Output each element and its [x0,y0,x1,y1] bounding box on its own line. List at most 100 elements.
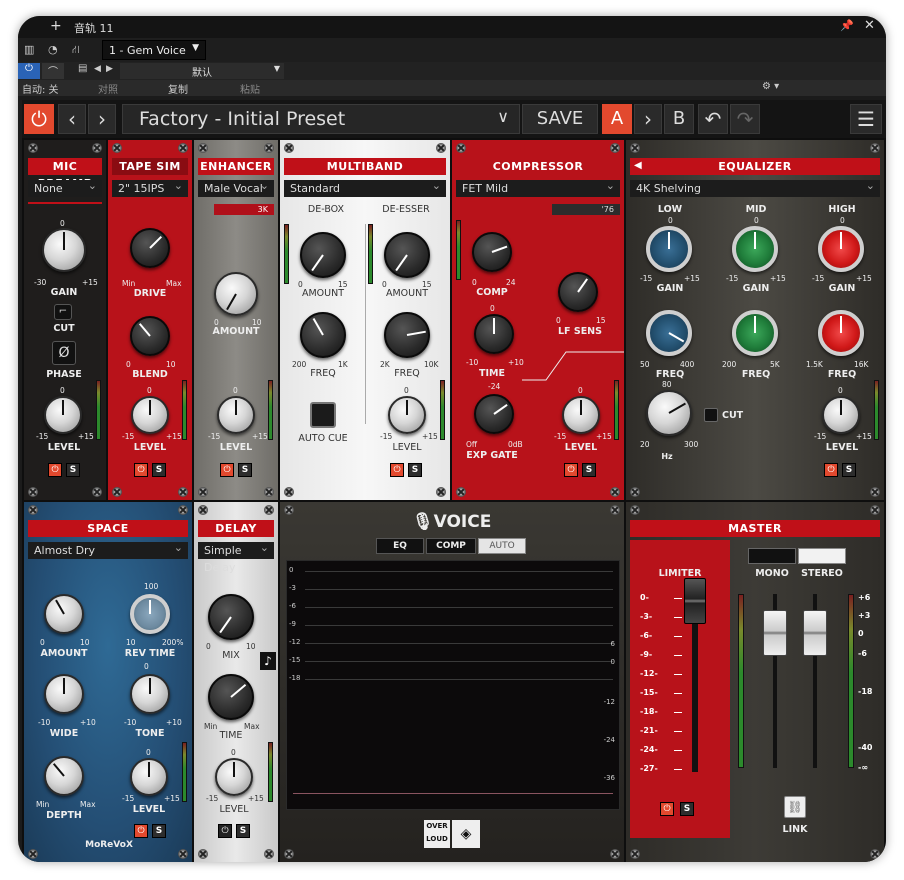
multiband-power-button[interactable]: ⏻ [390,463,404,477]
high-gain-knob[interactable] [818,226,864,272]
host-preset-select[interactable]: 默认 ▼ [120,63,284,79]
global-power-button[interactable]: ⏻ [24,104,54,134]
low-gain-knob[interactable] [646,226,692,272]
monitor-icon[interactable]: ⌒ [42,63,64,79]
prev-preset-icon[interactable]: ◀ [94,64,101,74]
tab-comp[interactable]: COMP [426,538,476,554]
space-preset-select[interactable]: Almost Dry [28,539,188,559]
comp-knob[interactable] [472,232,512,272]
mix-knob[interactable] [208,594,254,640]
tempo-sync-note-icon[interactable]: ♪ [260,652,276,670]
equalizer-preset-select[interactable]: 4K Shelving [630,177,880,197]
master-fader-left-handle[interactable] [763,610,787,656]
enhancer-power-button[interactable]: ⏻ [220,463,234,477]
drive-knob[interactable] [130,228,170,268]
high-freq-knob[interactable] [818,310,864,356]
mid-gain-knob[interactable] [732,226,778,272]
multiband-solo-button[interactable]: S [408,463,422,477]
desser-amount-knob[interactable] [384,232,430,278]
copy-button[interactable]: 复制 [168,81,188,96]
mid-freq-knob[interactable] [732,310,778,356]
depth-knob[interactable] [44,756,84,796]
rev-time-knob[interactable] [130,594,170,634]
enhancer-amount-knob[interactable] [214,272,258,316]
copy-a-to-b-button[interactable]: › [634,104,662,134]
mic-preamp-power-button[interactable]: ⏻ [48,463,62,477]
lowcut-icon[interactable]: ⌐ [54,304,72,320]
add-icon[interactable]: + [50,18,62,34]
delay-solo-button[interactable]: S [236,824,250,838]
time-knob[interactable] [474,314,514,354]
space-level-knob[interactable] [130,758,168,796]
gear-icon[interactable]: ⚙ ▾ [762,81,779,92]
pin-icon[interactable]: 📌 [840,19,854,32]
menu-icon[interactable]: ☰ [850,104,882,134]
master-solo-button[interactable]: S [680,802,694,816]
preset-dropdown[interactable]: Factory - Initial Preset ∨ [122,104,520,134]
mono-button[interactable] [748,548,796,564]
compressor-preset-select[interactable]: FET Mild [456,177,620,197]
enhancer-preset-select[interactable]: Male Vocal [198,177,274,197]
tab-auto[interactable]: AUTO [478,538,526,554]
mic-level-knob[interactable] [44,396,82,434]
compressor-level-knob[interactable] [562,396,600,434]
prev-preset-button[interactable]: ‹ [58,104,86,134]
compressor-solo-button[interactable]: S [582,463,596,477]
multiband-preset-select[interactable]: Standard [284,177,446,197]
next-preset-icon[interactable]: ▶ [106,64,113,74]
tab-eq[interactable]: EQ [376,538,424,554]
stereo-button[interactable] [798,548,846,564]
eq-level-knob[interactable] [822,396,860,434]
compressor-power-button[interactable]: ⏻ [564,463,578,477]
gauge-icon[interactable]: ◔ [48,43,58,56]
collapse-left-icon[interactable]: ◀ [634,160,642,171]
next-preset-button[interactable]: › [88,104,116,134]
wide-knob[interactable] [44,674,84,714]
tape-level-knob[interactable] [131,396,169,434]
link-icon[interactable]: ⛓ [784,796,806,818]
exp-gate-knob[interactable] [474,394,514,434]
bypass-power-icon[interactable]: ⏻ [18,63,40,79]
eq-cut-button[interactable] [704,408,718,422]
tone-knob[interactable] [130,674,170,714]
compare-button[interactable]: 对照 [98,81,118,96]
auto-cue-button[interactable] [310,402,336,428]
space-power-button[interactable]: ⏻ [134,824,148,838]
enhancer-level-knob[interactable] [217,396,255,434]
plugin-slot-dropdown[interactable]: 1 - Gem Voice ▼ [102,40,206,60]
debox-freq-knob[interactable] [300,312,346,358]
low-freq-knob[interactable] [646,310,692,356]
lf-sens-knob[interactable] [558,272,598,312]
highpass-hz-knob[interactable] [646,390,692,436]
redo-icon[interactable]: ↷ [730,104,760,134]
routing-icon[interactable]: ⛙ [72,43,80,58]
multiband-level-knob[interactable] [388,396,426,434]
delay-level-knob[interactable] [215,758,253,796]
equalizer-power-button[interactable]: ⏻ [824,463,838,477]
delay-power-button[interactable]: ⏻ [218,824,232,838]
debox-amount-knob[interactable] [300,232,346,278]
limiter-fader-handle[interactable] [684,578,706,624]
slot-a-button[interactable]: A [602,104,632,134]
preset-file-icon[interactable]: ▤ [78,63,87,74]
equalizer-solo-button[interactable]: S [842,463,856,477]
master-power-button[interactable]: ⏻ [660,802,674,816]
tape-sim-solo-button[interactable]: S [152,463,166,477]
space-solo-button[interactable]: S [152,824,166,838]
mic-preamp-preset-select[interactable]: None [28,177,102,197]
save-button[interactable]: SAVE [522,104,598,134]
delay-time-knob[interactable] [208,674,254,720]
blend-knob[interactable] [130,316,170,356]
desser-freq-knob[interactable] [384,312,430,358]
undo-icon[interactable]: ↶ [698,104,728,134]
mic-preamp-solo-button[interactable]: S [66,463,80,477]
space-amount-knob[interactable] [44,594,84,634]
phase-invert-icon[interactable]: Ø [52,341,76,365]
slot-b-button[interactable]: B [664,104,694,134]
mic-gain-knob[interactable] [42,228,86,272]
master-fader-right-handle[interactable] [803,610,827,656]
paste-button[interactable]: 粘贴 [240,81,260,96]
tape-sim-power-button[interactable]: ⏻ [134,463,148,477]
close-icon[interactable]: ✕ [864,18,875,33]
mixer-icon[interactable]: ▥ [24,43,34,56]
